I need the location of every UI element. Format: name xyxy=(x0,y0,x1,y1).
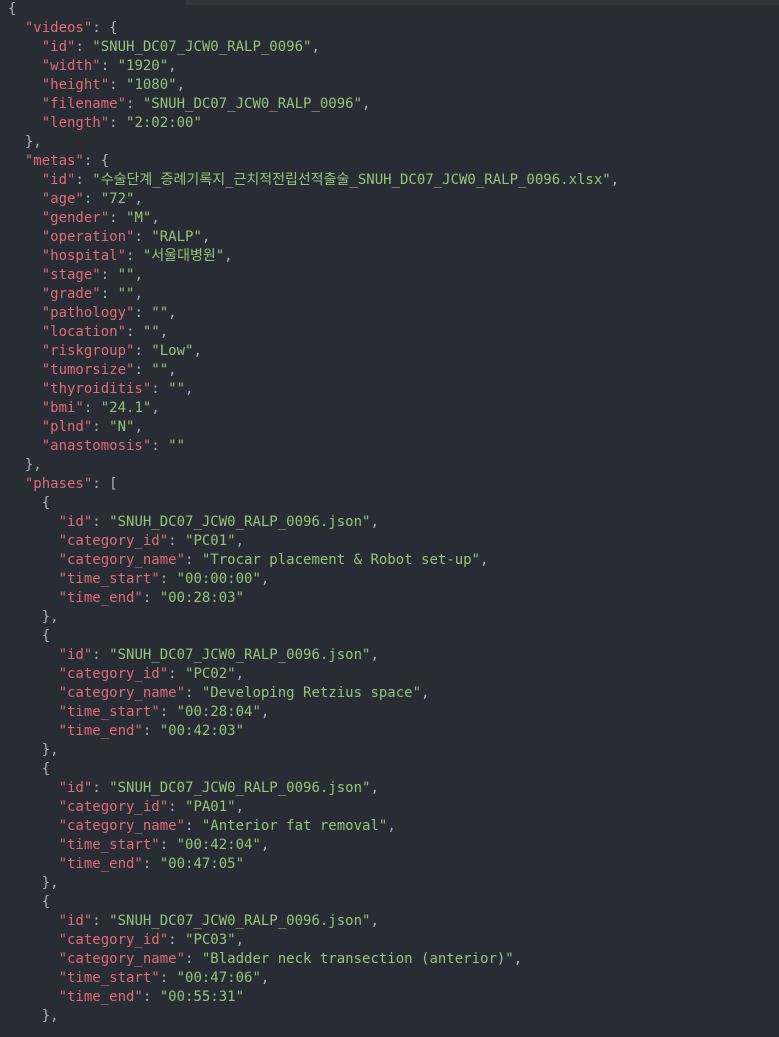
scrollbar-track xyxy=(186,0,779,5)
code-line: }, xyxy=(0,133,779,152)
code-line: "age": "72", xyxy=(0,190,779,209)
code-line: "id": "SNUH_DC07_JCW0_RALP_0096", xyxy=(0,38,779,57)
code-line: "category_id": "PC03", xyxy=(0,931,779,950)
code-line: "gender": "M", xyxy=(0,209,779,228)
code-line: "time_start": "00:28:04", xyxy=(0,703,779,722)
code-line: }, xyxy=(0,1007,779,1026)
code-line: "height": "1080", xyxy=(0,76,779,95)
code-line: "stage": "", xyxy=(0,266,779,285)
code-line: "id": "SNUH_DC07_JCW0_RALP_0096.json", xyxy=(0,646,779,665)
code-line: "category_name": "Anterior fat removal", xyxy=(0,817,779,836)
code-line: }, xyxy=(0,741,779,760)
code-line: { xyxy=(0,627,779,646)
code-line: "metas": { xyxy=(0,152,779,171)
code-line: "pathology": "", xyxy=(0,304,779,323)
code-line: "hospital": "서울대병원", xyxy=(0,247,779,266)
code-line: "category_id": "PC01", xyxy=(0,532,779,551)
code-line: "id": "SNUH_DC07_JCW0_RALP_0096.json", xyxy=(0,513,779,532)
code-line: "grade": "", xyxy=(0,285,779,304)
code-line: "time_start": "00:00:00", xyxy=(0,570,779,589)
code-line: "operation": "RALP", xyxy=(0,228,779,247)
code-block: { "videos": { "id": "SNUH_DC07_JCW0_RALP… xyxy=(0,0,779,1036)
code-line: "time_start": "00:42:04", xyxy=(0,836,779,855)
code-line: }, xyxy=(0,874,779,893)
code-line: "location": "", xyxy=(0,323,779,342)
code-line: "category_name": "Trocar placement & Rob… xyxy=(0,551,779,570)
code-line: "category_name": "Bladder neck transecti… xyxy=(0,950,779,969)
code-line: "time_end": "00:55:31" xyxy=(0,988,779,1007)
code-line: "width": "1920", xyxy=(0,57,779,76)
code-line: { xyxy=(0,494,779,513)
code-line: { xyxy=(0,760,779,779)
code-line: "anastomosis": "" xyxy=(0,437,779,456)
code-line: "plnd": "N", xyxy=(0,418,779,437)
code-line: "category_id": "PC02", xyxy=(0,665,779,684)
code-line: "bmi": "24.1", xyxy=(0,399,779,418)
code-line: "time_end": "00:42:03" xyxy=(0,722,779,741)
code-line: }, xyxy=(0,456,779,475)
code-line: "tumorsize": "", xyxy=(0,361,779,380)
code-line: "time_start": "00:47:06", xyxy=(0,969,779,988)
code-line: "length": "2:02:00" xyxy=(0,114,779,133)
code-line: "filename": "SNUH_DC07_JCW0_RALP_0096", xyxy=(0,95,779,114)
code-line: }, xyxy=(0,608,779,627)
code-line: "riskgroup": "Low", xyxy=(0,342,779,361)
code-line: { xyxy=(0,893,779,912)
code-line: "time_end": "00:47:05" xyxy=(0,855,779,874)
code-line: "time_end": "00:28:03" xyxy=(0,589,779,608)
code-line: "category_id": "PA01", xyxy=(0,798,779,817)
code-line: "category_name": "Developing Retzius spa… xyxy=(0,684,779,703)
code-line: "id": "SNUH_DC07_JCW0_RALP_0096.json", xyxy=(0,912,779,931)
code-line: "phases": [ xyxy=(0,475,779,494)
code-line: "thyroiditis": "", xyxy=(0,380,779,399)
code-line: "id": "SNUH_DC07_JCW0_RALP_0096.json", xyxy=(0,779,779,798)
code-line: "id": "수술단계_증례기록지_근치적전립선적출술_SNUH_DC07_JC… xyxy=(0,171,779,190)
code-line: "videos": { xyxy=(0,19,779,38)
